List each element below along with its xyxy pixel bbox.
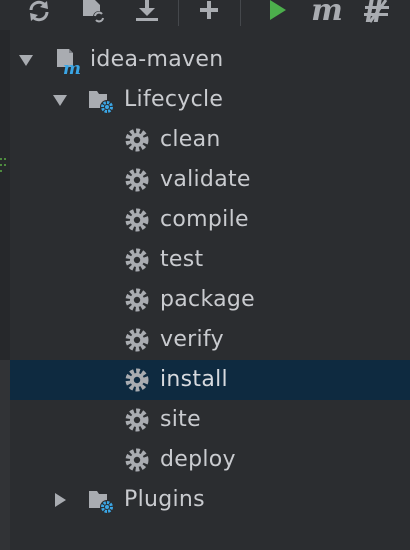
maven-projects-tree: m idea-maven Lifecycle clean validate co… [10, 40, 410, 540]
gear-icon [125, 208, 149, 232]
gutter-marker [0, 158, 8, 172]
gear-icon [125, 128, 149, 152]
goal-label: verify [160, 327, 224, 352]
gear-icon [125, 368, 149, 392]
generate-sources-button[interactable] [78, 0, 108, 24]
plugins-label: Plugins [124, 487, 205, 512]
tree-node-goal-validate[interactable]: validate [10, 160, 410, 200]
tree-node-goal-package[interactable]: package [10, 280, 410, 320]
goal-label: package [160, 287, 255, 312]
gear-icon [125, 448, 149, 472]
gear-icon [125, 168, 149, 192]
download-sources-button[interactable] [132, 0, 162, 24]
toolbar-separator [240, 0, 241, 26]
editor-gutter-strip [0, 30, 10, 550]
goal-label: clean [160, 127, 221, 152]
tree-node-goal-test[interactable]: test [10, 240, 410, 280]
gear-icon [125, 248, 149, 272]
tree-node-goal-compile[interactable]: compile [10, 200, 410, 240]
maven-goal-icon: m [311, 0, 343, 28]
goal-label: install [160, 367, 228, 392]
toggle-skip-tests-button[interactable] [362, 0, 392, 24]
goal-label: compile [160, 207, 249, 232]
toolbar-separator [178, 0, 179, 26]
tree-node-goal-site[interactable]: site [10, 400, 410, 440]
chevron-down-icon[interactable] [52, 92, 68, 108]
run-button[interactable] [262, 0, 292, 24]
goal-label: test [160, 247, 204, 272]
lifecycle-label: Lifecycle [124, 87, 224, 112]
tree-node-project[interactable]: m idea-maven [10, 40, 410, 80]
gutter-band [0, 360, 10, 550]
add-maven-project-button[interactable] [194, 0, 224, 24]
tree-node-goal-deploy[interactable]: deploy [10, 440, 410, 480]
reimport-icon [29, 0, 49, 22]
reimport-button[interactable] [24, 0, 54, 24]
tree-node-goal-clean[interactable]: clean [10, 120, 410, 160]
plugins-folder-icon [89, 491, 114, 514]
tree-node-goal-verify[interactable]: verify [10, 320, 410, 360]
execute-maven-goal-button[interactable]: m [311, 0, 343, 28]
maven-badge: m [63, 59, 81, 75]
goal-label: site [160, 407, 201, 432]
toggle-offline-icon [364, 0, 389, 23]
tree-node-goal-install[interactable]: install [10, 360, 410, 400]
maven-module-icon: m [57, 49, 81, 75]
chevron-down-icon[interactable] [18, 52, 34, 68]
add-icon [200, 1, 218, 19]
goal-label: validate [160, 167, 251, 192]
run-icon [270, 0, 286, 20]
chevron-right-icon[interactable] [52, 492, 68, 508]
tree-node-lifecycle[interactable]: Lifecycle [10, 80, 410, 120]
download-icon [136, 0, 158, 21]
goal-label: deploy [160, 447, 236, 472]
tree-node-plugins[interactable]: Plugins [10, 480, 410, 520]
gear-icon [125, 328, 149, 352]
gear-icon [125, 288, 149, 312]
generate-sources-icon [83, 0, 105, 23]
maven-toolbar: m [0, 0, 410, 30]
gear-icon [125, 408, 149, 432]
lifecycle-folder-icon [89, 91, 114, 114]
project-label: idea-maven [90, 47, 224, 72]
